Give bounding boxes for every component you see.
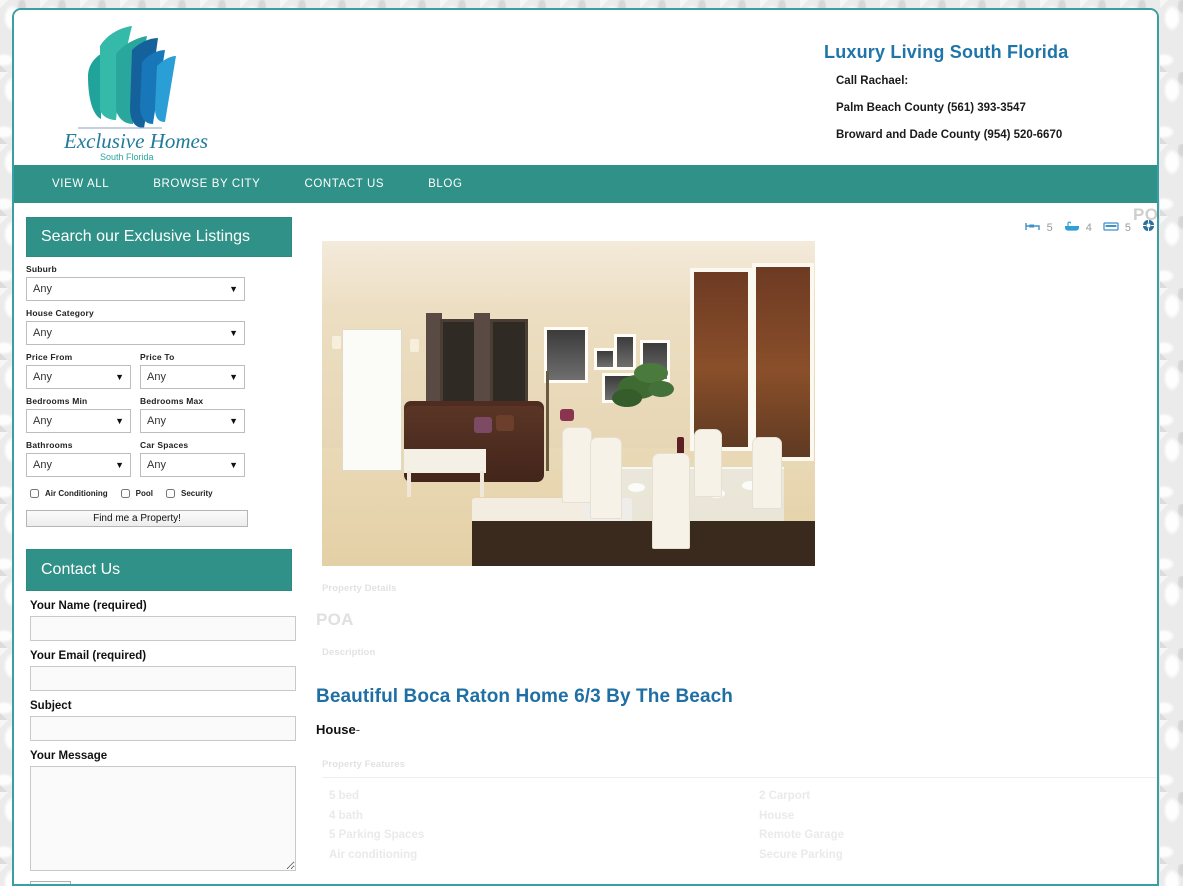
bedrooms-range-row: Bedrooms Min Any ▼ Bedrooms Max Any ▼ xyxy=(26,389,287,433)
subject-label: Subject xyxy=(30,700,72,712)
logo-sails-icon: Exclusive Homes South Florida xyxy=(63,26,208,162)
security-checkbox[interactable] xyxy=(166,489,175,498)
feature-item: House xyxy=(759,809,795,822)
property-features-columns: 5 bed 4 bath 5 Parking Spaces Air condit… xyxy=(311,787,1157,865)
feature-item: Secure Parking xyxy=(759,848,843,861)
your-message-label: Your Message xyxy=(30,750,108,762)
nav-item-contact-us[interactable]: CONTACT US xyxy=(282,178,406,190)
feature-checkbox-row: Air Conditioning Pool Security xyxy=(30,489,287,498)
bed-count: 5 xyxy=(1046,222,1053,234)
price-range-row: Price From Any ▼ Price To Any ▼ xyxy=(26,345,287,389)
property-details-label: Property Details xyxy=(322,583,397,594)
feature-item: 5 Parking Spaces xyxy=(329,829,425,841)
property-type-dash: - xyxy=(355,722,361,737)
sidebar: Search our Exclusive Listings Suburb Any… xyxy=(14,203,297,884)
nav-item-view-all[interactable]: VIEW ALL xyxy=(30,178,131,190)
site-container: Exclusive Homes South Florida Luxury Liv… xyxy=(12,8,1159,886)
features-column-left: 5 bed 4 bath 5 Parking Spaces Air condit… xyxy=(311,787,741,865)
header-phone-broward-dade: Broward and Dade County (954) 520-6670 xyxy=(836,129,1063,141)
main-content: POA 5 4 5 xyxy=(297,203,1157,884)
property-type-line: House- xyxy=(316,722,1157,737)
bedrooms-min-label: Bedrooms Min xyxy=(26,396,88,406)
price-from-select[interactable]: Any xyxy=(26,365,131,389)
feature-item: Remote Garage xyxy=(759,829,845,841)
feature-item: 5 bed xyxy=(329,790,360,802)
bed-icon xyxy=(1024,219,1041,237)
search-widget-heading: Search our Exclusive Listings xyxy=(26,217,292,257)
description-label: Description xyxy=(322,647,376,658)
header-call-line: Call Rachael: xyxy=(836,75,909,87)
bathrooms-label: Bathrooms xyxy=(26,440,73,450)
your-name-input[interactable] xyxy=(30,616,296,641)
header-phone-palm-beach: Palm Beach County (561) 393-3547 xyxy=(836,102,1026,114)
bedrooms-min-select-wrap[interactable]: Any ▼ xyxy=(26,409,131,433)
your-email-label: Your Email (required) xyxy=(30,650,147,662)
pool-checkbox[interactable] xyxy=(120,489,130,498)
contact-widget-heading: Contact Us xyxy=(26,549,292,591)
property-hero-image[interactable] xyxy=(322,241,815,566)
nav-item-browse-by-city[interactable]: BROWSE BY CITY xyxy=(131,178,282,190)
send-button[interactable]: Send xyxy=(30,881,71,884)
listing-title: Beautiful Boca Raton Home 6/3 By The Bea… xyxy=(316,686,734,707)
property-features-label: Property Features xyxy=(322,759,406,770)
header-contact-block: Luxury Living South Florida Call Rachael… xyxy=(824,42,1068,156)
suburb-select-wrap[interactable]: Any ▼ xyxy=(26,277,245,301)
bathrooms-select-wrap[interactable]: Any ▼ xyxy=(26,453,131,477)
carport-count: 5 xyxy=(1124,222,1131,234)
feature-item: 2 Carport xyxy=(759,790,811,802)
price-from-label: Price From xyxy=(26,352,73,362)
bedrooms-min-select[interactable]: Any xyxy=(26,409,131,433)
find-property-button[interactable]: Find me a Property! xyxy=(26,510,248,527)
bath-icon xyxy=(1064,219,1080,237)
suburb-select[interactable]: Any xyxy=(26,277,245,301)
logo-wordmark: Exclusive Homes xyxy=(63,129,208,153)
bedrooms-max-select-wrap[interactable]: Any ▼ xyxy=(140,409,245,433)
page-body: Search our Exclusive Listings Suburb Any… xyxy=(14,203,1157,884)
air-conditioning-checkbox-label: Air Conditioning xyxy=(45,489,108,498)
your-message-textarea[interactable] xyxy=(30,766,296,871)
price-to-select-wrap[interactable]: Any ▼ xyxy=(140,365,245,389)
price-to-label: Price To xyxy=(140,352,175,362)
header-title: Luxury Living South Florida xyxy=(824,42,1069,62)
subject-input[interactable] xyxy=(30,716,296,741)
air-conditioning-checkbox[interactable] xyxy=(30,489,39,498)
car-spaces-select-wrap[interactable]: Any ▼ xyxy=(140,453,245,477)
site-logo[interactable]: Exclusive Homes South Florida xyxy=(54,24,214,164)
house-category-select-wrap[interactable]: Any ▼ xyxy=(26,321,245,345)
bedrooms-max-label: Bedrooms Max xyxy=(140,396,204,406)
bathrooms-carspaces-row: Bathrooms Any ▼ Car Spaces Any ▼ xyxy=(26,433,287,477)
car-spaces-label: Car Spaces xyxy=(140,440,189,450)
feature-item: Air conditioning xyxy=(329,848,418,861)
price-from-select-wrap[interactable]: Any ▼ xyxy=(26,365,131,389)
carport-icon xyxy=(1103,219,1119,237)
your-email-input[interactable] xyxy=(30,666,296,691)
security-checkbox-label: Security xyxy=(181,489,213,498)
suburb-label: Suburb xyxy=(26,264,57,274)
pool-icon xyxy=(1142,219,1155,237)
property-type: House xyxy=(316,722,356,737)
house-category-label: House Category xyxy=(26,308,94,318)
main-navigation: VIEW ALL BROWSE BY CITY CONTACT US BLOG xyxy=(14,165,1157,203)
bathrooms-select[interactable]: Any xyxy=(26,453,131,477)
bath-count: 4 xyxy=(1085,222,1092,234)
bedrooms-max-select[interactable]: Any xyxy=(140,409,245,433)
house-category-select[interactable]: Any xyxy=(26,321,245,345)
logo-tagline: South Florida xyxy=(100,152,154,162)
car-spaces-select[interactable]: Any xyxy=(140,453,245,477)
features-column-right: 2 Carport House Remote Garage Secure Par… xyxy=(741,787,1157,865)
price-to-select[interactable]: Any xyxy=(140,365,245,389)
property-spec-icon-bar: 5 4 5 xyxy=(1024,219,1157,237)
your-name-label: Your Name (required) xyxy=(30,600,147,612)
nav-item-blog[interactable]: BLOG xyxy=(406,178,484,190)
features-divider xyxy=(322,777,1157,778)
site-header: Exclusive Homes South Florida Luxury Liv… xyxy=(14,10,1157,165)
pool-checkbox-label: Pool xyxy=(135,489,153,498)
property-price: POA xyxy=(316,610,354,629)
feature-item: 4 bath xyxy=(329,809,363,822)
